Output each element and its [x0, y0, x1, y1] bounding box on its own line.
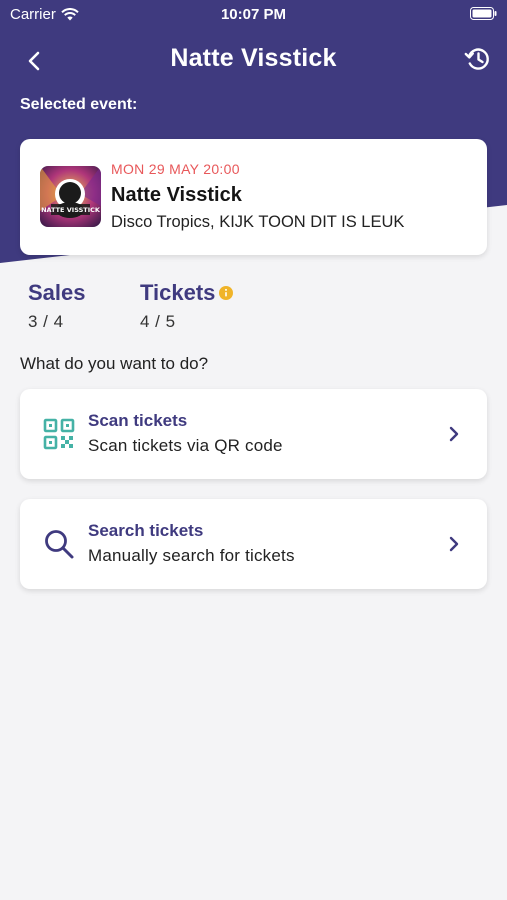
tickets-label-row: Tickets: [140, 280, 234, 306]
chevron-right-icon: [449, 536, 459, 552]
navigation-bar: Natte Visstick: [0, 40, 507, 80]
chevron-left-icon[interactable]: [22, 48, 48, 74]
selected-event-label: Selected event:: [20, 96, 138, 113]
search-tickets-subtitle: Manually search for tickets: [88, 546, 295, 565]
clock: 10:07 PM: [220, 6, 287, 23]
search-tickets-title: Search tickets: [88, 521, 204, 540]
scan-tickets-subtitle: Scan tickets via QR code: [88, 436, 283, 455]
event-thumbnail: NATTE VISSTICK: [40, 166, 101, 227]
tickets-label: Tickets: [140, 280, 216, 305]
sales-value: 3 / 4: [28, 312, 64, 331]
action-prompt: What do you want to do?: [20, 354, 209, 373]
selected-event-card[interactable]: NATTE VISSTICK MON 29 MAY 20:00 Natte Vi…: [20, 139, 487, 255]
event-name: Natte Visstick: [111, 184, 242, 206]
thumbnail-text: NATTE VISSTICK: [41, 206, 101, 214]
info-icon[interactable]: [219, 286, 234, 300]
sales-label: Sales: [28, 280, 86, 305]
search-icon: [45, 530, 74, 559]
chevron-right-icon: [449, 426, 459, 442]
qr-code-icon: [43, 418, 75, 450]
event-venue: Disco Tropics, KIJK TOON DIT IS LEUK: [111, 213, 405, 231]
status-bar: Carrier 10:07 PM: [0, 0, 507, 30]
scan-tickets-title: Scan tickets: [88, 411, 188, 430]
history-icon[interactable]: [463, 44, 493, 74]
scan-tickets-button[interactable]: Scan tickets Scan tickets via QR code: [20, 389, 487, 479]
tickets-value: 4 / 5: [140, 312, 176, 331]
event-date: MON 29 MAY 20:00: [111, 161, 240, 177]
search-tickets-button[interactable]: Search tickets Manually search for ticke…: [20, 499, 487, 589]
page-title: Natte Visstick: [170, 44, 337, 72]
tickets-stat: Tickets 4 / 5: [140, 280, 234, 332]
sales-stat: Sales 3 / 4: [28, 280, 86, 332]
battery-icon: [470, 7, 497, 20]
